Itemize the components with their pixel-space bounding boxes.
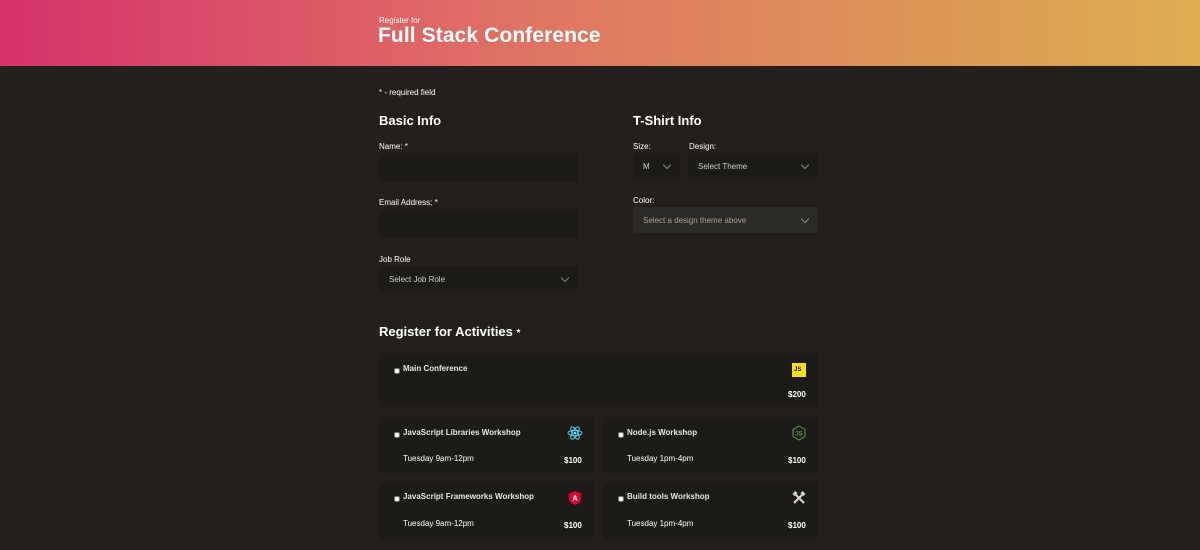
activity-checkbox-main-conference[interactable]	[394, 368, 400, 374]
page-header: Register for Full Stack Conference	[0, 0, 1200, 66]
color-select[interactable]: Select a design theme above	[633, 207, 818, 233]
activity-cost: $100	[564, 456, 582, 465]
activity-checkbox-js-frameworks[interactable]	[394, 496, 400, 502]
activity-card-js-libraries: JavaScript Libraries Workshop Tuesday 9a…	[379, 417, 594, 473]
activity-cost: $100	[788, 521, 806, 530]
activity-time: Tuesday 9am-12pm	[403, 454, 474, 463]
svg-text:A: A	[572, 494, 578, 503]
basic-info-heading: Basic Info	[379, 113, 442, 128]
job-role-selected: Select Job Role	[389, 274, 446, 284]
name-field[interactable]	[379, 155, 578, 182]
job-role-label: Job Role	[379, 255, 411, 264]
size-select[interactable]: M	[633, 153, 680, 179]
angular-icon: A	[567, 490, 583, 506]
activity-name: Main Conference	[403, 364, 468, 373]
email-field[interactable]	[379, 211, 578, 238]
activity-card-build-tools: Build tools Workshop Tuesday 1pm-4pm $10…	[603, 483, 818, 539]
nodejs-icon: JS	[791, 425, 807, 441]
activity-card-main-conference: Main Conference JS $200	[379, 353, 818, 407]
activity-checkbox-build-tools[interactable]	[618, 496, 624, 502]
activity-name: Build tools Workshop	[627, 492, 710, 501]
tshirt-info-heading: T-Shirt Info	[633, 113, 702, 128]
required-field-note: * - required field	[379, 88, 436, 97]
activity-time: Tuesday 1pm-4pm	[627, 454, 694, 463]
activity-cost: $100	[788, 456, 806, 465]
activity-checkbox-js-libraries[interactable]	[394, 432, 400, 438]
chevron-down-icon	[800, 214, 810, 223]
color-selected: Select a design theme above	[643, 215, 747, 225]
chevron-down-icon	[662, 160, 672, 169]
design-selected: Select Theme	[698, 161, 748, 171]
activities-heading: Register for Activities *	[379, 324, 520, 339]
javascript-icon: JS	[792, 363, 806, 377]
activity-time: Tuesday 1pm-4pm	[627, 519, 694, 528]
design-select[interactable]: Select Theme	[688, 153, 818, 179]
react-icon	[567, 425, 583, 441]
name-label: Name: *	[379, 142, 408, 151]
activity-card-js-frameworks: JavaScript Frameworks Workshop A Tuesday…	[379, 483, 594, 539]
svg-text:JS: JS	[795, 432, 802, 438]
chevron-down-icon	[560, 273, 570, 282]
size-selected: M	[643, 161, 650, 171]
page-title: Full Stack Conference	[378, 24, 601, 47]
tools-icon	[791, 490, 807, 506]
email-label: Email Address: *	[379, 198, 438, 207]
job-role-select[interactable]: Select Job Role	[379, 266, 578, 292]
design-label: Design:	[689, 142, 717, 151]
activity-checkbox-nodejs[interactable]	[618, 432, 624, 438]
activity-name: JavaScript Libraries Workshop	[403, 428, 521, 437]
activity-cost: $200	[788, 390, 806, 399]
required-marker: *	[516, 328, 521, 339]
activities-heading-text: Register for Activities	[379, 324, 513, 339]
activity-time: Tuesday 9am-12pm	[403, 519, 474, 528]
chevron-down-icon	[800, 160, 810, 169]
activity-card-nodejs: Node.js Workshop JS Tuesday 1pm-4pm $100	[603, 417, 818, 473]
size-label: Size:	[633, 142, 651, 151]
activity-name: JavaScript Frameworks Workshop	[403, 492, 535, 501]
activity-name: Node.js Workshop	[627, 428, 698, 437]
activity-cost: $100	[564, 521, 582, 530]
color-label: Color:	[633, 196, 655, 205]
